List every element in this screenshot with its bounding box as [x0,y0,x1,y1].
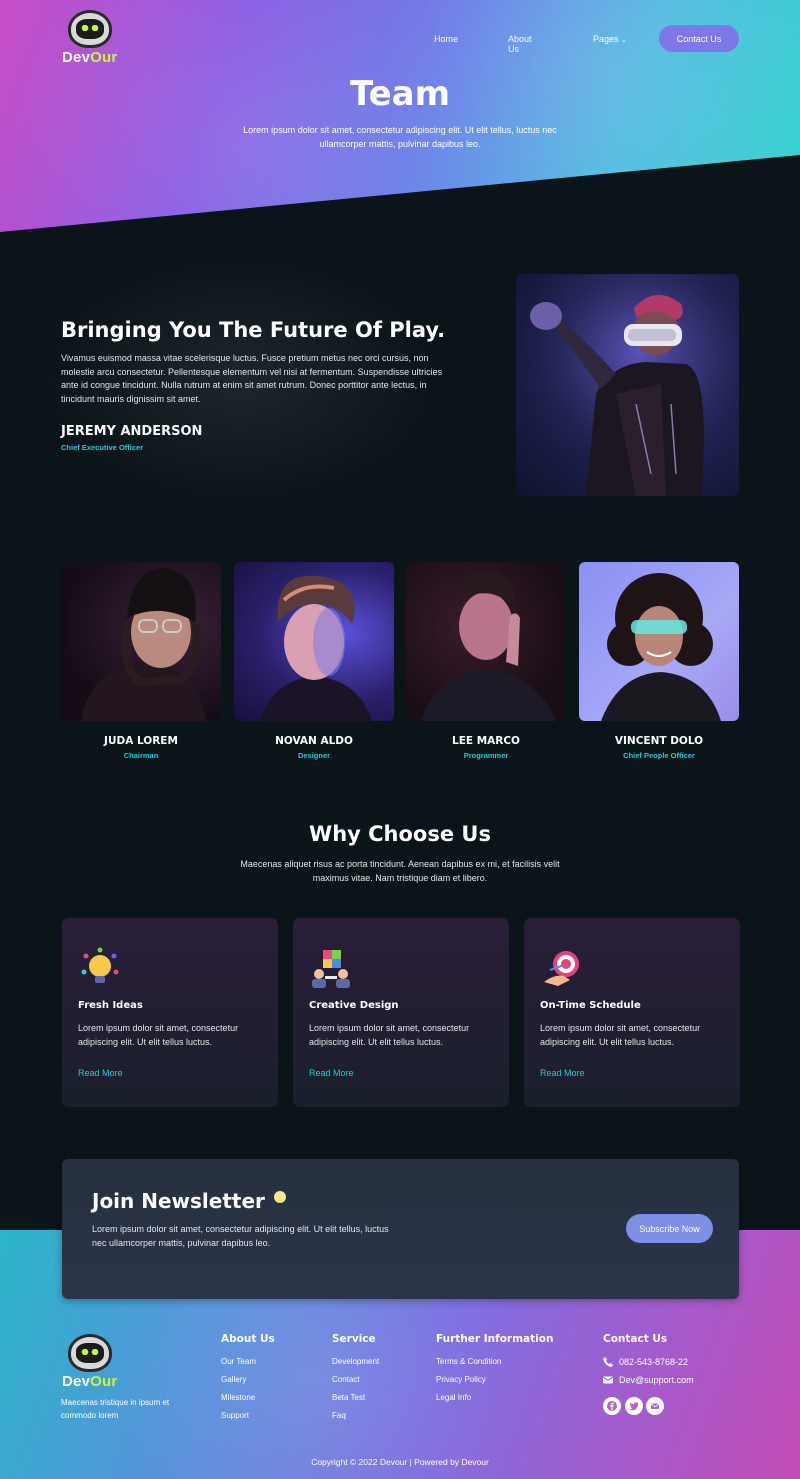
feature-card: On-Time Schedule Lorem ipsum dolor sit a… [524,918,740,1107]
site-logo[interactable]: DevOur [62,10,117,66]
newsletter-text: Lorem ipsum dolor sit amet, consectetur … [92,1224,389,1248]
envelope-icon [603,1376,613,1384]
person-beanie-image [81,568,206,721]
newsletter-title: Join Newsletter [92,1189,265,1213]
feature-card-title: Creative Design [309,1000,399,1011]
footer-about-title: About Us [221,1333,275,1345]
footer-email-text: Dev@support.com [619,1375,694,1385]
vr-person-image [516,274,739,496]
decorative-dot [274,1191,286,1203]
read-more-link[interactable]: Read More [78,1068,123,1078]
footer-email[interactable]: Dev@support.com [603,1375,694,1385]
team-member-photo [579,562,739,721]
team-member-name: JUDA LOREM [104,735,178,747]
team-member-role: Chief People Officer [623,751,695,760]
facebook-icon[interactable] [603,1397,621,1415]
subscribe-button[interactable]: Subscribe Now [626,1214,713,1243]
footer-link-terms[interactable]: Terms & Condition [436,1357,501,1366]
why-section-subtitle: Maecenas aliquet risus ac porta tincidun… [240,859,560,883]
read-more-link[interactable]: Read More [309,1068,354,1078]
person-hand-on-face-image [421,571,556,721]
person-styled-hair-image [259,575,372,721]
nav-home[interactable]: Home [434,34,458,44]
feature-card-text: Lorem ipsum dolor sit amet, consectetur … [540,1023,701,1047]
team-member-role: Chairman [123,751,159,760]
team-member-photo [234,562,394,721]
page-title: Team [349,74,451,114]
page-subtitle: Lorem ipsum dolor sit amet, consectetur … [243,125,557,149]
footer-link-development[interactable]: Development [332,1357,379,1366]
footer-link-support[interactable]: Support [221,1411,249,1420]
ceo-section-title: Bringing You The Future Of Play. [61,318,446,342]
why-section-title: Why Choose Us [309,822,491,846]
footer-link-legal[interactable]: Legal Info [436,1393,471,1402]
chevron-down-icon: ⌄ [621,37,627,44]
team-member-photo [406,562,566,721]
nav-pages[interactable]: Pages ⌄ [593,34,627,44]
copyright-text: Copyright © 2022 Devour | Powered by Dev… [311,1457,489,1467]
team-member-name: LEE MARCO [452,735,520,747]
footer-logo[interactable]: DevOur [62,1334,117,1390]
person-curly-hair-image [601,573,721,721]
footer-phone-text: 082-543-8768-22 [619,1357,689,1367]
team-member-card: LEE MARCO Programmer [406,562,566,760]
nav-pages-label: Pages [593,34,619,44]
footer-link-contact[interactable]: Contact [332,1375,360,1384]
logo-text-dev: Dev [62,49,91,66]
puzzle-team-icon [312,950,350,988]
footer-further-title: Further Information [436,1333,554,1345]
newsletter-box: Join Newsletter Lorem ipsum dolor sit am… [62,1159,739,1299]
feature-card-title: Fresh Ideas [78,1000,143,1011]
footer-link-our-team[interactable]: Our Team [221,1357,256,1366]
feature-card: Creative Design Lorem ipsum dolor sit am… [293,918,509,1107]
robot-logo-icon [67,1334,112,1372]
team-member-photo [61,562,221,721]
ceo-section-text: Vivamus euismod massa vitae scelerisque … [61,353,443,404]
footer-service-title: Service [332,1333,376,1345]
logo-text-our: Our [90,1373,118,1390]
ceo-role: Chief Executive Officer [61,443,144,452]
team-member-card: NOVAN ALDO Designer [234,562,394,760]
robot-logo-icon [67,10,112,48]
lightbulb-icon [81,947,119,983]
team-member-role: Programmer [463,751,509,760]
footer-phone[interactable]: 082-543-8768-22 [603,1357,688,1367]
team-member-card: JUDA LOREM Chairman [61,562,221,760]
ceo-name: JEREMY ANDERSON [61,424,203,439]
twitter-icon[interactable] [625,1397,643,1415]
feature-card-text: Lorem ipsum dolor sit amet, consectetur … [309,1023,470,1047]
target-hand-icon [544,951,579,986]
footer-link-faq[interactable]: Faq [332,1411,346,1420]
contact-us-button[interactable]: Contact Us [659,25,739,52]
footer-contact-title: Contact Us [603,1333,668,1345]
footer-link-milestone[interactable]: Milestone [221,1393,255,1402]
read-more-link[interactable]: Read More [540,1068,585,1078]
logo-text-our: Our [90,49,118,66]
team-member-role: Designer [297,751,331,760]
team-member-name: NOVAN ALDO [275,735,353,747]
nav-about[interactable]: About Us [508,34,532,54]
logo-text-dev: Dev [62,1373,91,1390]
ceo-photo [516,274,739,496]
team-member-name: VINCENT DOLO [614,735,704,747]
feature-card-title: On-Time Schedule [540,1000,641,1011]
footer-link-gallery[interactable]: Gallery [221,1375,246,1384]
footer-link-privacy[interactable]: Privacy Policy [436,1375,486,1384]
team-member-card: VINCENT DOLO Chief People Officer [579,562,739,760]
email-icon[interactable] [646,1397,664,1415]
footer-description: Maecenas tristique in ipsum et commodo l… [61,1398,170,1420]
feature-card: Fresh Ideas Lorem ipsum dolor sit amet, … [62,918,278,1107]
phone-icon [603,1357,613,1367]
footer-link-beta-test[interactable]: Beta Test [332,1393,365,1402]
feature-card-text: Lorem ipsum dolor sit amet, consectetur … [78,1023,239,1047]
